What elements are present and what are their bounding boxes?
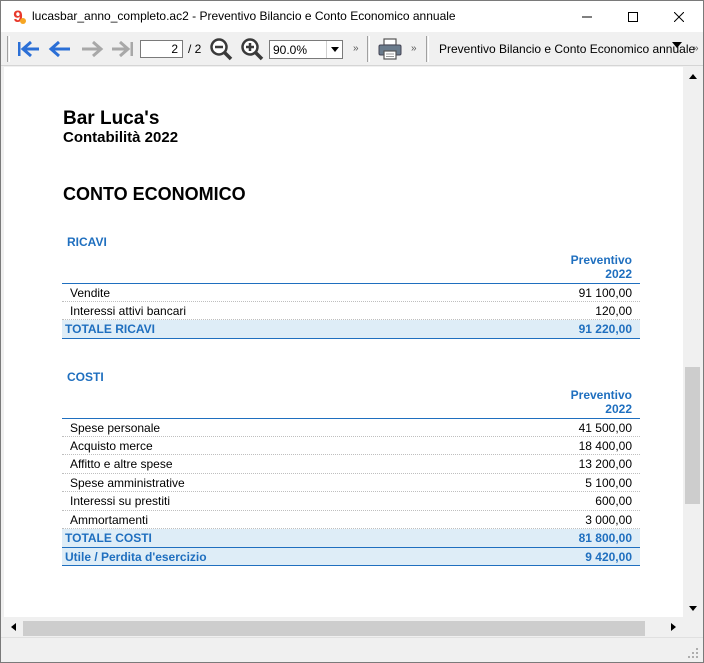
- column-header: Preventivo 2022: [544, 388, 632, 416]
- toolbar-overflow-button[interactable]: »: [411, 43, 416, 54]
- resize-grip-icon[interactable]: [687, 647, 699, 659]
- page-number-input[interactable]: 2: [140, 40, 183, 58]
- report-title: CONTO ECONOMICO: [63, 184, 246, 204]
- table-row: Ammortamenti 3 000,00: [62, 511, 640, 529]
- page-total: / 2: [188, 42, 202, 56]
- printer-icon: [378, 38, 402, 60]
- result-label: Utile / Perdita d'esercizio: [65, 549, 207, 564]
- row-label: Spese personale: [70, 421, 161, 435]
- ricavi-table: Vendite 91 100,00 Interessi attivi banca…: [62, 283, 640, 339]
- row-label: Acquisto merce: [70, 438, 153, 453]
- minimize-button[interactable]: [564, 1, 610, 32]
- chevron-down-icon[interactable]: [326, 41, 342, 58]
- row-label: Interessi su prestiti: [70, 494, 171, 508]
- row-value: 600,00: [595, 494, 632, 508]
- row-value: 41 500,00: [578, 421, 632, 435]
- arrow-down-icon: [688, 606, 697, 611]
- total-label: TOTALE RICAVI: [65, 322, 155, 336]
- total-value: 81 800,00: [578, 531, 632, 545]
- row-label: Affitto e altre spese: [70, 457, 173, 471]
- row-value: 18 400,00: [578, 438, 632, 453]
- previous-page-button[interactable]: [47, 37, 73, 61]
- toolbar: 2 / 2 90.0% » » Preventivo Bilancio e Co…: [1, 32, 703, 66]
- column-header-line2: 2022: [605, 402, 632, 416]
- status-bar: [1, 637, 703, 662]
- report-select[interactable]: Preventivo Bilancio e Conto Economico an…: [439, 42, 695, 56]
- table-row: Interessi attivi bancari 120,00: [62, 302, 640, 320]
- zoom-in-button[interactable]: [239, 37, 265, 61]
- maximize-button[interactable]: [610, 1, 656, 32]
- row-value: 3 000,00: [585, 512, 632, 527]
- table-row: Spese personale 41 500,00: [62, 418, 640, 437]
- close-icon: [674, 11, 684, 22]
- toolbar-overflow-button[interactable]: »: [693, 43, 698, 54]
- next-page-icon: [82, 40, 104, 58]
- zoom-value: 90.0%: [273, 43, 308, 57]
- section-label-costi: COSTI: [67, 370, 104, 384]
- arrow-up-icon: [688, 74, 697, 79]
- scroll-right-button[interactable]: [665, 618, 682, 635]
- report-subtitle: Contabilità 2022: [63, 129, 179, 146]
- next-page-button[interactable]: [79, 37, 105, 61]
- toolbar-grip[interactable]: [426, 36, 429, 62]
- close-button[interactable]: [656, 1, 702, 32]
- row-value: 5 100,00: [585, 475, 632, 490]
- row-label: Ammortamenti: [70, 512, 149, 527]
- section-label-ricavi: RICAVI: [67, 235, 107, 249]
- arrow-right-icon: [671, 622, 676, 631]
- table-row: Spese amministrative 5 100,00: [62, 474, 640, 492]
- horizontal-scroll-thumb[interactable]: [23, 621, 645, 636]
- column-header-line1: Preventivo: [570, 253, 632, 267]
- first-page-icon: [18, 40, 39, 58]
- app-logo-icon: 9: [9, 7, 27, 25]
- table-row: Interessi su prestiti 600,00: [62, 492, 640, 511]
- row-label: Interessi attivi bancari: [70, 303, 187, 318]
- toolbar-grip[interactable]: [7, 36, 10, 62]
- row-label: Spese amministrative: [70, 475, 185, 490]
- first-page-button[interactable]: [16, 37, 42, 61]
- scroll-down-button[interactable]: [684, 600, 701, 617]
- zoom-select[interactable]: 90.0%: [269, 40, 343, 59]
- total-row: TOTALE COSTI 81 800,00: [62, 529, 640, 548]
- print-button[interactable]: [377, 37, 403, 61]
- vertical-scroll-thumb[interactable]: [685, 367, 700, 504]
- window-title: lucasbar_anno_completo.ac2 - Preventivo …: [32, 9, 456, 23]
- result-value: 9 420,00: [585, 549, 632, 564]
- table-row: Affitto e altre spese 13 200,00: [62, 455, 640, 474]
- scroll-up-button[interactable]: [684, 68, 701, 85]
- column-header-line2: 2022: [605, 267, 632, 281]
- zoom-out-icon: [210, 38, 233, 61]
- column-header-line1: Preventivo: [570, 388, 632, 402]
- minimize-icon: [582, 16, 592, 17]
- toolbar-overflow-button[interactable]: »: [353, 43, 358, 54]
- row-value: 120,00: [595, 303, 632, 318]
- previous-page-icon: [48, 40, 70, 58]
- result-row: Utile / Perdita d'esercizio 9 420,00: [62, 547, 640, 566]
- table-row: Acquisto merce 18 400,00: [62, 437, 640, 455]
- report-viewport[interactable]: Bar Luca's Contabilità 2022 CONTO ECONOM…: [4, 67, 683, 617]
- total-label: TOTALE COSTI: [65, 531, 152, 545]
- chevron-down-icon[interactable]: [672, 42, 682, 50]
- costi-table: Spese personale 41 500,00 Acquisto merce…: [62, 418, 640, 566]
- app-window: 9 lucasbar_anno_completo.ac2 - Preventiv…: [0, 0, 704, 663]
- last-page-icon: [112, 40, 133, 58]
- row-value: 91 100,00: [578, 286, 632, 300]
- table-row: Vendite 91 100,00: [62, 283, 640, 302]
- vertical-scrollbar[interactable]: [683, 67, 701, 617]
- title-bar: 9 lucasbar_anno_completo.ac2 - Preventiv…: [1, 1, 703, 32]
- scroll-left-button[interactable]: [5, 618, 22, 635]
- row-value: 13 200,00: [578, 457, 632, 471]
- column-header: Preventivo 2022: [544, 253, 632, 281]
- total-value: 91 220,00: [578, 322, 632, 336]
- toolbar-grip[interactable]: [367, 36, 370, 62]
- company-name: Bar Luca's: [63, 108, 160, 129]
- arrow-left-icon: [11, 622, 16, 631]
- last-page-button[interactable]: [109, 37, 135, 61]
- zoom-out-button[interactable]: [208, 37, 234, 61]
- row-label: Vendite: [70, 286, 111, 300]
- maximize-icon: [628, 11, 638, 22]
- total-row: TOTALE RICAVI 91 220,00: [62, 320, 640, 339]
- zoom-in-icon: [241, 38, 264, 61]
